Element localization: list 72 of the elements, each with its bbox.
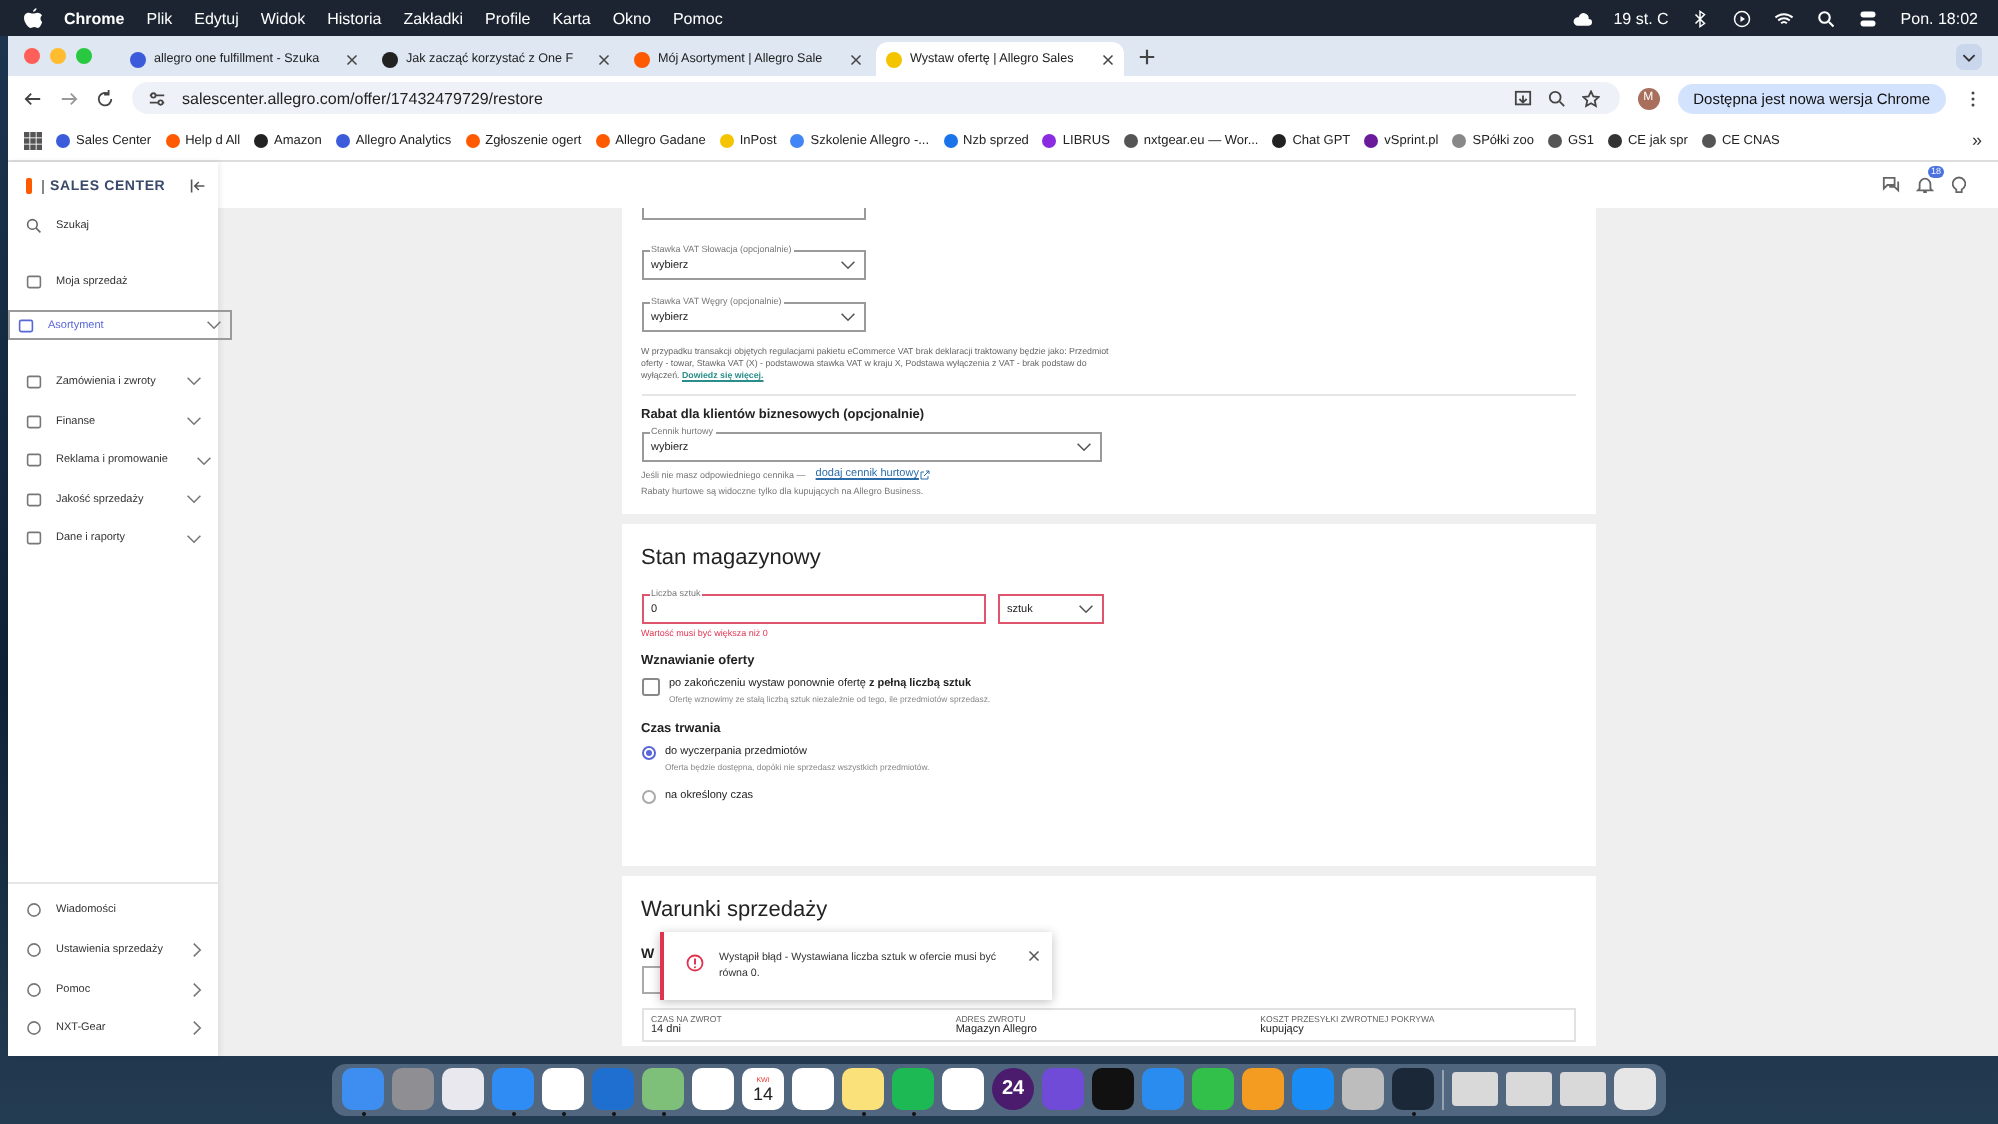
forward-icon[interactable] [60,89,78,107]
play-icon[interactable] [1732,9,1753,27]
window-thumbnail[interactable] [1452,1072,1498,1106]
reload-icon[interactable] [96,89,114,107]
number-icon[interactable]: 24 [992,1068,1034,1110]
menu-bar-item[interactable]: Chrome [64,9,125,27]
external-link-icon [920,469,931,479]
error-icon [685,954,703,972]
card-title: Warunki sprzedaży [641,896,830,926]
favicon-icon [886,51,902,67]
menu-item-icon [18,317,34,334]
menu-bar-item[interactable]: Widok [260,9,306,27]
chevron-down-icon [1077,604,1093,614]
menu-bar-item[interactable]: Karta [552,9,591,27]
toggles-icon[interactable] [1858,9,1879,27]
favicon-icon [634,51,650,67]
menu-bar-item[interactable]: Profile [485,9,531,27]
radio-button[interactable] [641,790,655,804]
cloud-icon[interactable] [1571,9,1592,27]
window-thumbnail[interactable] [1560,1072,1606,1106]
menu-bar-item[interactable]: Plik [146,9,173,27]
tab-search-icon[interactable] [1956,43,1982,69]
menu-item-icon [26,413,42,430]
favicon-icon [382,51,398,67]
radio-button[interactable] [641,746,655,760]
install-icon[interactable] [1513,89,1532,107]
address-bar[interactable]: salescenter.allegro.com/offer/17432479729/restore [132,82,1620,114]
menu-bar-item[interactable]: Zakładki [403,9,464,27]
zoom-icon[interactable] [1547,89,1566,107]
menu-item-icon [26,942,42,959]
menu-item-icon [26,274,42,291]
chevron-down-icon [839,260,855,270]
menu-item-icon [26,530,42,547]
search-icon [26,217,42,234]
close-icon[interactable] [1027,950,1039,962]
menu-item-icon [26,981,42,998]
menu-item-icon [26,452,42,469]
menu-item-icon [26,902,42,919]
menu-item-icon [26,373,42,390]
close-icon[interactable] [850,53,862,65]
menu-item-icon [26,491,42,508]
back-icon[interactable] [24,89,42,107]
new-tab-icon[interactable] [1138,47,1156,65]
chevron-down-icon [839,312,855,322]
clock[interactable]: Pon. 18:02 [1900,9,1978,27]
close-icon[interactable] [598,53,610,65]
more-bookmarks-button[interactable]: » [1971,130,1982,150]
favicon-icon [130,51,146,67]
select-field[interactable] [641,208,865,220]
search-icon[interactable] [1816,9,1837,27]
collapse-icon[interactable] [190,178,206,194]
apple-icon[interactable] [24,7,42,29]
card-title: Stan magazynowy [641,544,823,574]
checkbox[interactable] [641,678,659,696]
menu-bar-item[interactable]: Pomoc [672,9,723,27]
close-icon[interactable] [1102,53,1114,65]
menu-bar-item[interactable]: Okno [612,9,651,27]
logo-icon [26,178,32,194]
wifi-icon[interactable] [1774,9,1795,27]
chat-icon[interactable] [1882,176,1900,194]
menu-bar-item[interactable]: Historia [327,9,382,27]
menu-item-icon [26,1020,42,1037]
lightbulb-icon[interactable] [1950,176,1968,194]
site-settings-icon[interactable] [148,89,166,107]
chevron-down-icon [1075,442,1091,452]
apps-grid-icon[interactable] [24,131,42,149]
bluetooth-icon[interactable] [1690,9,1711,27]
temperature[interactable]: 19 st. C [1613,9,1669,27]
window-thumbnail[interactable] [1506,1072,1552,1106]
menu-bar-item[interactable]: Edytuj [194,9,239,27]
bell-icon[interactable] [1916,176,1934,194]
close-icon[interactable] [346,53,358,65]
